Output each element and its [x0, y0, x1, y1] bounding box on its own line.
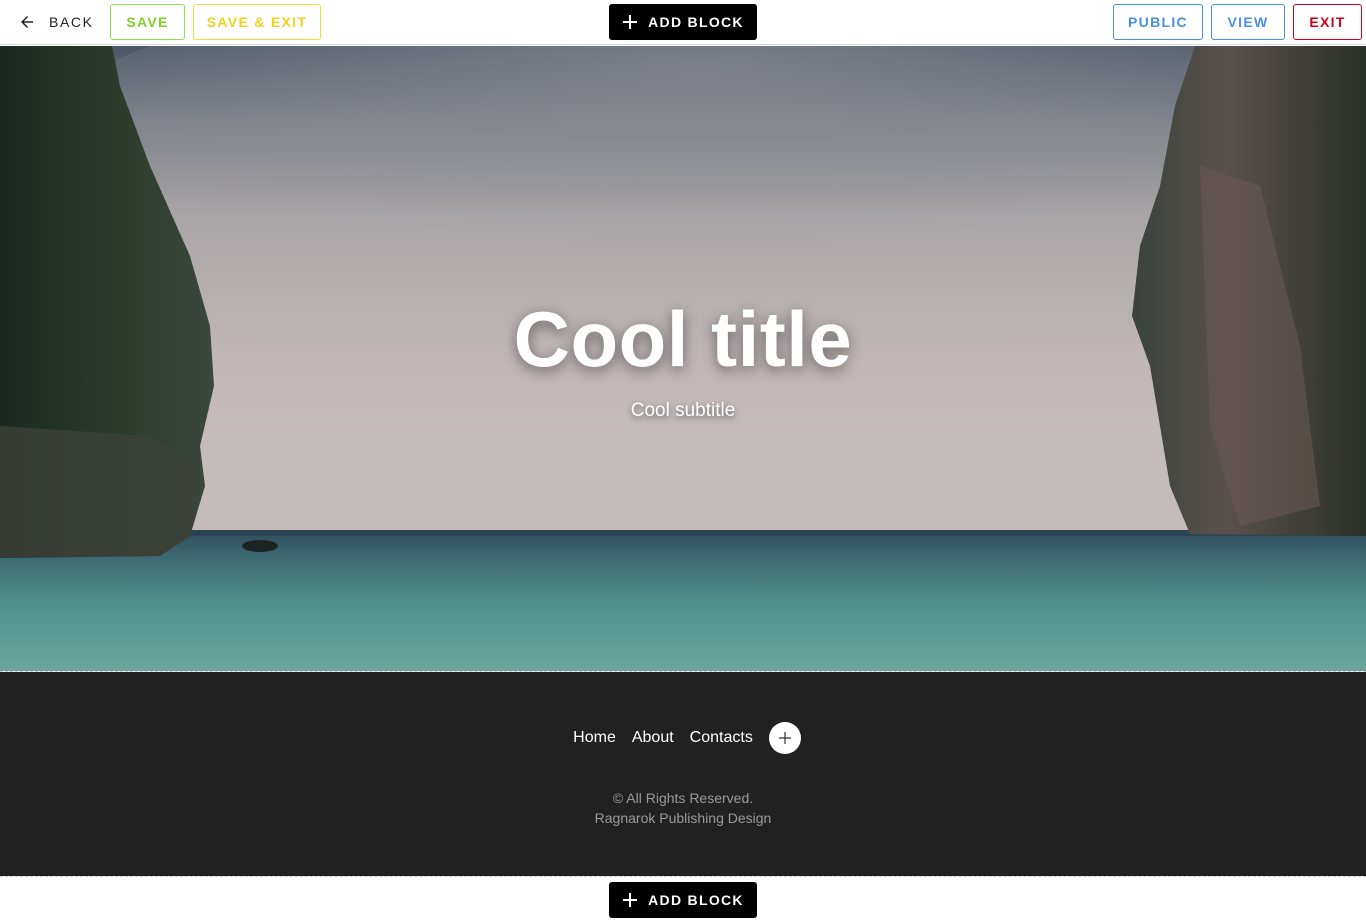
plus-icon	[778, 732, 791, 744]
add-block-button-bottom[interactable]: ADD BLOCK	[609, 882, 757, 918]
hero-title[interactable]: Cool title	[0, 294, 1366, 385]
editor-toolbar: BACK SAVE SAVE & EXIT ADD BLOCK PUBLIC V…	[0, 0, 1366, 45]
block-divider	[0, 876, 1366, 877]
public-button[interactable]: PUBLIC	[1113, 4, 1203, 40]
arrow-left-icon	[21, 16, 33, 28]
plus-icon	[623, 893, 638, 907]
add-block-button[interactable]: ADD BLOCK	[609, 4, 757, 40]
company-name: Ragnarok Publishing Design	[594, 810, 772, 826]
add-block-label: ADD BLOCK	[648, 14, 744, 30]
plus-icon	[623, 15, 638, 29]
add-block-label: ADD BLOCK	[648, 892, 744, 908]
view-button[interactable]: VIEW	[1211, 4, 1285, 40]
nav-link-contacts[interactable]: Contacts	[690, 729, 753, 747]
save-and-exit-button[interactable]: SAVE & EXIT	[193, 4, 321, 40]
footer-block[interactable]: Home About Contacts © All Rights Reserve…	[0, 672, 1366, 876]
hero-block[interactable]: Cool title Cool subtitle	[0, 46, 1366, 671]
save-button[interactable]: SAVE	[110, 4, 185, 40]
add-nav-link-button[interactable]	[768, 722, 801, 754]
hero-subtitle[interactable]: Cool subtitle	[0, 400, 1366, 422]
copyright-line: © All Rights Reserved.	[612, 790, 754, 806]
back-button[interactable]: BACK	[6, 4, 98, 40]
nav-link-home[interactable]: Home	[573, 729, 616, 747]
copyright-text: © All Rights Reserved. Ragnarok Publishi…	[0, 788, 1366, 828]
back-label: BACK	[49, 14, 94, 30]
nav-link-about[interactable]: About	[632, 729, 674, 747]
exit-button[interactable]: EXIT	[1293, 4, 1362, 40]
footer-nav: Home About Contacts	[0, 722, 1366, 754]
